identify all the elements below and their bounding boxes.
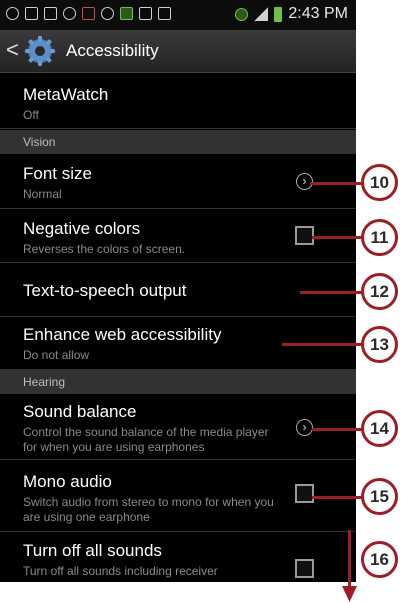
callout-12: 12 <box>361 273 398 310</box>
setting-font-size[interactable]: Font size Normal › <box>0 154 356 209</box>
setting-title: Enhance web accessibility <box>23 325 222 344</box>
setting-subtitle: Do not allow <box>23 348 90 362</box>
setting-subtitle: Switch audio from stereo to mono for whe… <box>23 495 274 524</box>
notification-icons <box>6 7 171 20</box>
mute-icon <box>158 7 171 20</box>
setting-subtitle: Off <box>23 108 39 122</box>
callout-14: 14 <box>361 410 398 447</box>
setting-title: Turn off all sounds <box>23 541 162 560</box>
setting-subtitle: Control the sound balance of the media p… <box>23 425 269 454</box>
status-right: 2:43 PM <box>235 5 348 23</box>
callout-15: 15 <box>361 478 398 515</box>
setting-title: Negative colors <box>23 219 141 238</box>
setting-negative-colors[interactable]: Negative colors Reverses the colors of s… <box>0 209 356 263</box>
callout-leader <box>312 428 362 431</box>
mail-icon <box>25 7 38 20</box>
arrow-down-icon <box>342 530 357 602</box>
wifi-icon <box>235 7 249 21</box>
setting-mono-audio[interactable]: Mono audio Switch audio from stereo to m… <box>0 460 356 532</box>
setting-text-to-speech[interactable]: Text-to-speech output <box>0 263 356 317</box>
turn-off-sounds-checkbox[interactable] <box>295 559 314 578</box>
setting-title: Sound balance <box>23 402 137 421</box>
callout-11: 11 <box>361 219 398 256</box>
setting-metawatch[interactable]: MetaWatch Off <box>0 73 356 129</box>
callout-leader <box>312 496 362 499</box>
callout-13: 13 <box>361 326 398 363</box>
setting-turn-off-sounds[interactable]: Turn off all sounds Turn off all sounds … <box>0 532 356 582</box>
status-time: 2:43 PM <box>288 5 348 22</box>
circle-icon <box>101 7 114 20</box>
gear-icon <box>25 36 55 66</box>
mono-audio-checkbox[interactable] <box>295 484 314 503</box>
wifi-icon <box>63 7 76 20</box>
callout-16: 16 <box>361 541 398 578</box>
chevron-right-icon: › <box>296 419 313 436</box>
setting-sound-balance[interactable]: Sound balance Control the sound balance … <box>0 394 356 460</box>
page-title: Accessibility <box>66 41 159 60</box>
setting-subtitle: Reverses the colors of screen. <box>23 242 186 256</box>
setting-title: Text-to-speech output <box>23 281 187 300</box>
section-header-hearing: Hearing <box>0 370 356 394</box>
section-header-vision: Vision <box>0 130 356 154</box>
signal-icon <box>254 7 269 21</box>
callout-10: 10 <box>361 164 398 201</box>
usb-icon <box>6 7 19 20</box>
app-icon <box>82 7 95 20</box>
callout-leader <box>282 343 362 346</box>
callout-leader <box>312 236 362 239</box>
setting-title: Font size <box>23 164 92 183</box>
back-button[interactable]: < <box>6 38 19 62</box>
android-icon <box>120 7 133 20</box>
battery-icon <box>274 6 283 22</box>
callout-leader <box>310 182 362 185</box>
setting-subtitle: Turn off all sounds including receiver <box>23 564 218 578</box>
setting-title: MetaWatch <box>23 85 109 104</box>
action-bar: < Accessibility <box>0 30 356 73</box>
setting-subtitle: Normal <box>23 187 62 201</box>
setting-title: Mono audio <box>23 472 112 491</box>
callout-leader <box>300 291 362 294</box>
mail-icon <box>44 7 57 20</box>
status-bar: 2:43 PM <box>0 0 356 30</box>
bluetooth-icon <box>139 7 152 20</box>
